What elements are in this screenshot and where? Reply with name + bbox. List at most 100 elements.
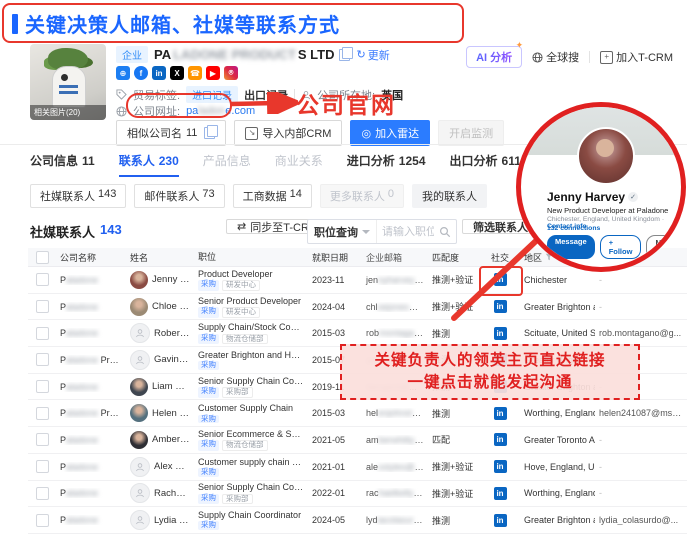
subtab-邮件联系人[interactable]: 邮件联系人73 (134, 184, 224, 208)
match-cell: 推测+验证 (428, 460, 480, 473)
table-row[interactable]: Paladone Produc...Helen JohnstoneCustome… (28, 400, 687, 427)
table-row[interactable]: PaladoneAlex StylesCustomer supply chain… (28, 454, 687, 481)
subtab-label: 工商数据 (243, 188, 287, 204)
copy-icon[interactable] (339, 49, 350, 61)
contact-name: Helen Johnstone (152, 408, 190, 419)
row-checkbox[interactable] (36, 273, 49, 286)
region-cell: Hove, England, Uni... (520, 462, 595, 472)
subtab-我的联系人[interactable]: 我的联系人 (412, 184, 487, 208)
monitor-button[interactable]: 开启监测 (438, 120, 504, 146)
ai-analysis-button[interactable]: AI 分析✦ (466, 46, 522, 68)
linkedin-icon[interactable]: in (494, 460, 507, 473)
table-row[interactable]: PaladoneAmber WhittySenior Ecommerce & S… (28, 427, 687, 454)
export-record-tag[interactable]: 出口记录 (244, 87, 288, 103)
follow-button[interactable]: + Follow (600, 235, 642, 259)
social-cell: in (480, 327, 520, 340)
subtab-社媒联系人[interactable]: 社媒联系人143 (30, 184, 126, 208)
match-cell: 匹配 (428, 433, 480, 446)
linkedin-icon[interactable]: in (494, 514, 507, 527)
table-row[interactable]: PaladoneLydia ColasurdoSupply Chain Coor… (28, 507, 687, 534)
contact-name-cell: Amber Whitty (126, 431, 194, 449)
linkedin-icon[interactable]: in (494, 300, 507, 313)
avatar (130, 431, 148, 449)
dept-tag-blue: 采购 (198, 334, 219, 345)
row-checkbox[interactable] (36, 353, 49, 366)
join-radar-button[interactable]: ◎ 加入雷达 (350, 120, 430, 146)
position-search-input[interactable] (377, 226, 439, 238)
company-photo[interactable]: 相关图片(20) (30, 44, 106, 120)
table-row[interactable]: PaladoneRachael KellySenior Supply Chain… (28, 481, 687, 508)
social-icon-facebook[interactable]: f (134, 66, 148, 80)
social-icon-instagram[interactable]: ⌾ (224, 66, 238, 80)
region-cell: Worthing, England,... (520, 488, 595, 498)
global-search-button[interactable]: 全球搜 (532, 49, 579, 65)
linkedin-icon[interactable]: in (494, 327, 507, 340)
row-checkbox[interactable] (36, 380, 49, 393)
region-cell: Worthing, England,... (520, 408, 595, 418)
profile-avatar (577, 127, 635, 185)
linkedin-icon[interactable]: in (494, 407, 507, 420)
position-query-dropdown[interactable]: 职位查询 (308, 220, 377, 243)
tab-产品信息[interactable]: 产品信息 (203, 152, 251, 177)
subtab-label: 社媒联系人 (40, 188, 95, 204)
redacted-text: aladone (66, 275, 98, 285)
import-icon: ↘ (245, 127, 258, 140)
row-checkbox[interactable] (36, 300, 49, 313)
social-icon-linkedin[interactable]: in (152, 66, 166, 80)
profile-name: Jenny Harvey ✓ (547, 190, 638, 204)
join-tcrm-button[interactable]: + 加入T-CRM (600, 49, 673, 65)
message-button[interactable]: Message (547, 235, 595, 259)
person-icon (135, 488, 145, 498)
row-checkbox[interactable] (36, 514, 49, 527)
company-website-link[interactable]: pa ladon e.com (186, 105, 255, 117)
row-checkbox[interactable] (36, 407, 49, 420)
tab-商业关系[interactable]: 商业关系 (275, 152, 323, 177)
social-icon-web[interactable]: ⊕ (116, 66, 130, 80)
job-tags: 采购 (198, 361, 304, 370)
subtab-更多联系人[interactable]: 更多联系人0 (320, 184, 404, 208)
tab-出口分析[interactable]: 出口分析611 (450, 152, 521, 177)
search-icon[interactable] (439, 226, 451, 238)
row-checkbox-cell (28, 380, 56, 393)
social-cell: in (480, 407, 520, 420)
social-icon-youtube[interactable]: ▶ (206, 66, 220, 80)
subtab-label: 邮件联系人 (144, 188, 199, 204)
select-all-checkbox[interactable] (36, 251, 49, 264)
subtab-count: 73 (202, 188, 214, 204)
linkedin-icon[interactable]: in (494, 487, 507, 500)
linkedin-icon[interactable]: in (494, 433, 507, 446)
tab-公司信息[interactable]: 公司信息11 (30, 152, 95, 177)
company-cell: Paladone (56, 435, 126, 445)
profile-connections: 132 connections (547, 225, 600, 232)
dept-tag-grey: 研发中心 (222, 280, 260, 291)
row-checkbox-cell (28, 407, 56, 420)
job-title: Customer Supply Chain (198, 403, 304, 413)
import-crm-button[interactable]: ↘ 导入内部CRM (234, 120, 342, 146)
region-cell: Greater Brighton a... (520, 515, 595, 525)
row-checkbox[interactable] (36, 433, 49, 446)
row-checkbox[interactable] (36, 487, 49, 500)
tab-联系人[interactable]: 联系人230 (119, 152, 179, 177)
similar-companies-button[interactable]: 相似公司名11 (116, 120, 226, 146)
tab-进口分析[interactable]: 进口分析1254 (347, 152, 426, 177)
job-title: Supply Chain Coordinator (198, 510, 304, 520)
social-icon-phone[interactable]: ☎ (188, 66, 202, 80)
start-date-cell: 2024-05 (308, 515, 362, 525)
social-icon-x[interactable]: X (170, 66, 184, 80)
start-date-cell: 2021-05 (308, 435, 362, 445)
subtab-工商数据[interactable]: 工商数据14 (233, 184, 312, 208)
more-button[interactable]: More (646, 235, 682, 259)
linkedin-icon[interactable]: in (494, 273, 507, 286)
avatar (130, 457, 150, 477)
row-checkbox[interactable] (36, 460, 49, 473)
table-row[interactable]: PaladoneChloe JonesSenior Product Develo… (28, 294, 687, 321)
spark-icon: ✦ (516, 40, 524, 51)
enterprise-badge: 企业 (116, 46, 148, 63)
update-button[interactable]: ↻更新 (356, 47, 389, 63)
header-cell: 职位 (194, 252, 308, 262)
dept-tag-grey: 采购部 (222, 387, 253, 398)
row-checkbox[interactable] (36, 327, 49, 340)
redacted-text: aladone (66, 328, 98, 338)
import-record-tag[interactable]: 进口记录 (186, 86, 238, 103)
social-cell: in (480, 487, 520, 500)
